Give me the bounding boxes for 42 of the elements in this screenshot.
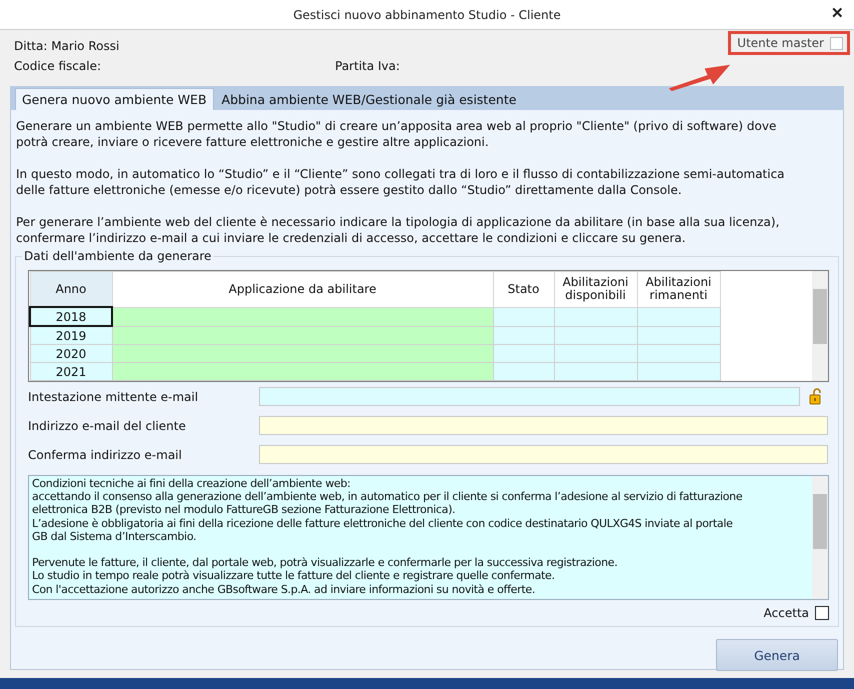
vat-label: Partita Iva: xyxy=(335,59,400,73)
column-header: Stato xyxy=(493,272,554,307)
accept-label: Accetta xyxy=(764,606,809,620)
tab[interactable]: Abbina ambiente WEB/Gestionale già esistente xyxy=(216,89,522,110)
column-header: Anno xyxy=(30,272,112,307)
master-checkbox[interactable] xyxy=(830,36,843,50)
tax-code-label: Codice fiscale: xyxy=(14,59,102,73)
input-field[interactable] xyxy=(259,387,800,406)
company-label: Ditta: Mario Rossi xyxy=(14,39,120,53)
terms-text: L’adesione è obbligatoria ai fini della ricezione delle fatture elettroniche del cliente con codice destinatario QULXG4S inviate al portale xyxy=(32,516,734,530)
input-field[interactable] xyxy=(259,445,828,464)
scrollbar[interactable] xyxy=(812,271,828,381)
paragraph: In questo modo, in automatico lo “Studio” e il “Cliente” sono collegati tra di loro e il flusso di contabilizzazione semi-automatica delle fatture elettroniche (emesse e/o ricevute) potrà essere gestito dallo “Studio” direttamente dalla Console. xyxy=(16,166,786,198)
terms-text: accettando il consenso alla generazione dell’ambiente web, in automatico per il cliente si conferma l’adesione al servizio di fatturazione xyxy=(32,490,744,504)
field-label: Indirizzo e-mail del cliente xyxy=(28,418,187,432)
terms-text: elettronica B2B (previsto nel modulo FattureGB sezione Fatturazione Elettronica). xyxy=(32,503,456,517)
group-title: Dati dell'ambiente da generare xyxy=(22,249,214,263)
column-header: Abilitazioni rimanenti xyxy=(637,272,720,307)
table-cell: 2020 xyxy=(30,344,112,362)
terms-text: Con l'accettazione autorizzo anche GBsoftware S.p.A. ad inviare informazioni su novità e offerte. xyxy=(32,582,536,596)
field-label: Intestazione mittente e-mail xyxy=(28,390,200,404)
close-button[interactable]: ✕ xyxy=(829,4,846,22)
generate-button[interactable]: Genera xyxy=(716,639,838,671)
field-label: Conferma indirizzo e-mail xyxy=(28,448,183,462)
scrollbar[interactable] xyxy=(812,476,828,599)
paragraph: Generare un ambiente WEB permette allo "Studio" di creare un’apposita area web al proprio "Cliente" (privo di software) dove potrà creare, inviare o ricevere fatture elettroniche e gestire altre applicazioni. xyxy=(16,118,778,150)
table-cell: 2019 xyxy=(30,326,112,344)
terms-text: GB dal Sistema d’Interscambio. xyxy=(32,530,198,544)
accept-checkbox[interactable] xyxy=(815,606,829,620)
tab[interactable]: Genera nuovo ambiente WEB xyxy=(15,88,214,110)
column-header: Applicazione da abilitare xyxy=(112,272,493,307)
master-label: Utente master xyxy=(737,36,824,50)
input-field[interactable] xyxy=(259,416,828,435)
window-title: Gestisci nuovo abbinamento Studio - Cliente xyxy=(293,8,561,22)
column-header: Abilitazioni disponibili xyxy=(554,272,637,307)
table-cell: 2021 xyxy=(30,362,112,380)
terms-text: Lo studio in tempo reale potrà visualizzare tutte le fatture del cliente e registrare quelle confermate. xyxy=(32,569,556,583)
table-cell: 2018 xyxy=(30,307,112,326)
terms-text: Condizioni tecniche ai fini della creazione dell’ambiente web: xyxy=(32,477,352,490)
padlock-icon[interactable] xyxy=(809,388,823,405)
terms-text: Pervenute le fatture, il cliente, dal portale web, potrà visualizzarle e confermarle per la successiva registrazione. xyxy=(32,556,618,570)
paragraph: Per generare l’ambiente web del cliente è necessario indicare la tipologia di applicazione da abilitare (in base alla sua licenza), confermare l’indirizzo e-mail a cui inviare le credenziali di accesso, accettare le condizioni e cliccare su genera. xyxy=(16,214,780,246)
